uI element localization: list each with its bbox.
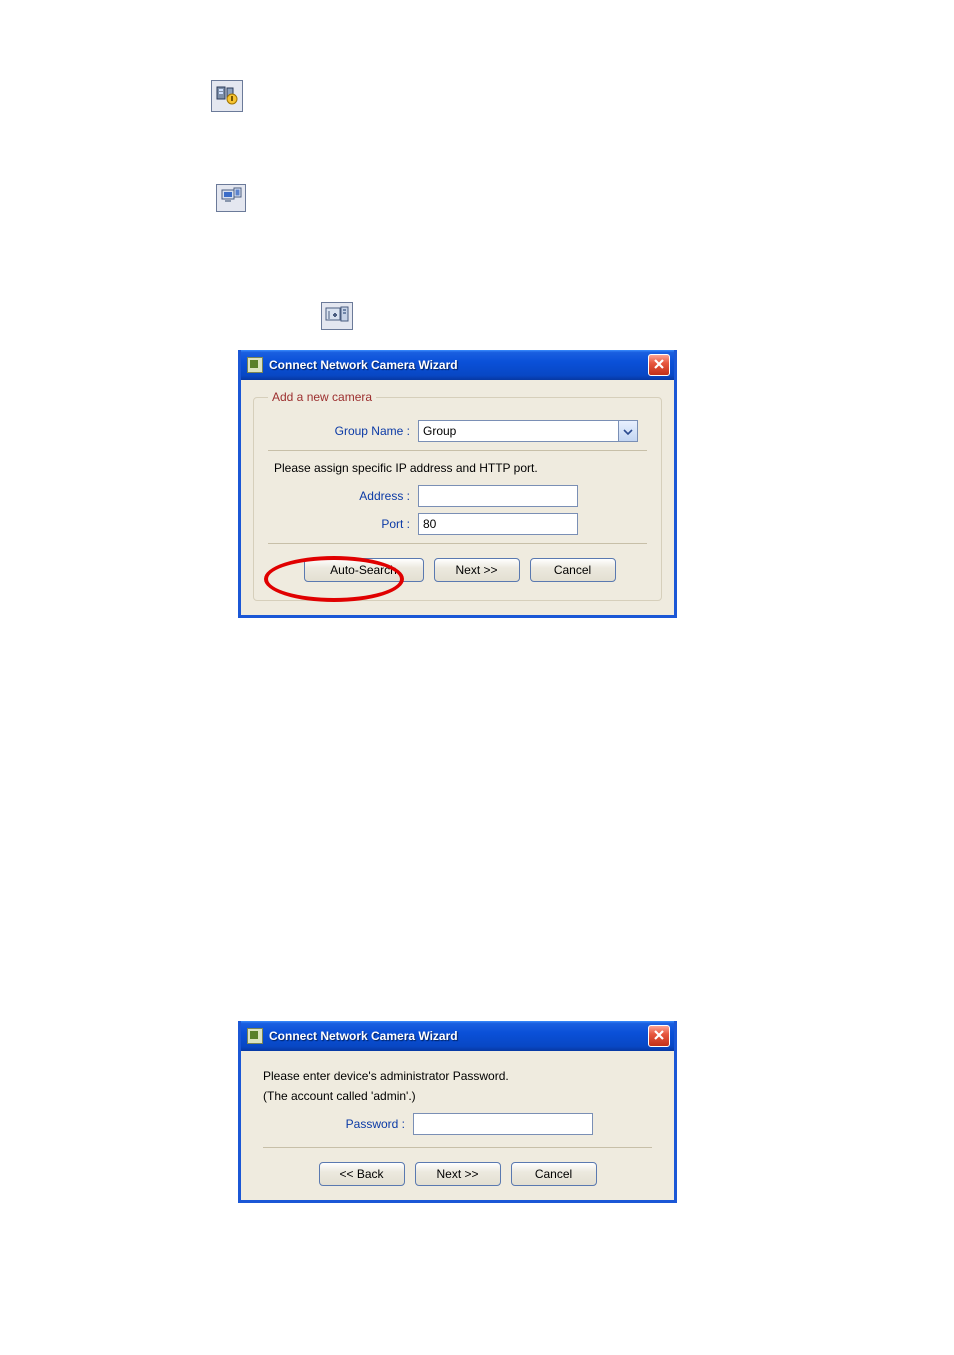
port-input[interactable] [418,513,578,535]
netcam-wizard-icon [220,187,242,210]
back-button[interactable]: << Back [319,1162,405,1186]
add-camera-icon [325,305,349,328]
next-button[interactable]: Next >> [415,1162,501,1186]
group-name-dropdown-button[interactable] [618,420,638,442]
close-button[interactable] [648,354,670,376]
configure-netcam-icon [215,84,239,109]
assign-instruction: Please assign specific IP address and HT… [274,461,647,475]
group-name-label: Group Name : [268,424,418,438]
dialog-title: Connect Network Camera Wizard [269,358,458,372]
cancel-button[interactable]: Cancel [530,558,616,582]
titlebar[interactable]: Connect Network Camera Wizard [238,350,677,380]
password-instruction-1: Please enter device's administrator Pass… [263,1069,652,1083]
address-input[interactable] [418,485,578,507]
password-instruction-2: (The account called 'admin'.) [263,1089,652,1103]
close-icon [653,358,665,373]
add-camera-button[interactable] [321,302,353,330]
dialog-title: Connect Network Camera Wizard [269,1029,458,1043]
app-icon [247,357,263,373]
add-camera-fieldset: Add a new camera Group Name : Please ass… [253,390,662,601]
group-name-value[interactable] [418,420,618,442]
close-icon [653,1029,665,1044]
password-input[interactable] [413,1113,593,1135]
connect-camera-wizard-dialog-2: Connect Network Camera Wizard Please ent… [238,1021,677,1203]
netcam-wizard-button[interactable] [216,184,246,212]
cancel-button[interactable]: Cancel [511,1162,597,1186]
connect-camera-wizard-dialog-1: Connect Network Camera Wizard Add a new … [238,350,677,618]
close-button[interactable] [648,1025,670,1047]
app-icon [247,1028,263,1044]
chevron-down-icon [623,424,633,438]
group-name-select[interactable] [418,420,638,442]
next-button[interactable]: Next >> [434,558,520,582]
configure-netcam-button[interactable] [211,80,243,112]
auto-search-button[interactable]: Auto-Search [304,558,424,582]
fieldset-legend: Add a new camera [268,390,376,404]
password-label: Password : [263,1117,413,1131]
address-label: Address : [268,489,418,503]
port-label: Port : [268,517,418,531]
titlebar[interactable]: Connect Network Camera Wizard [238,1021,677,1051]
